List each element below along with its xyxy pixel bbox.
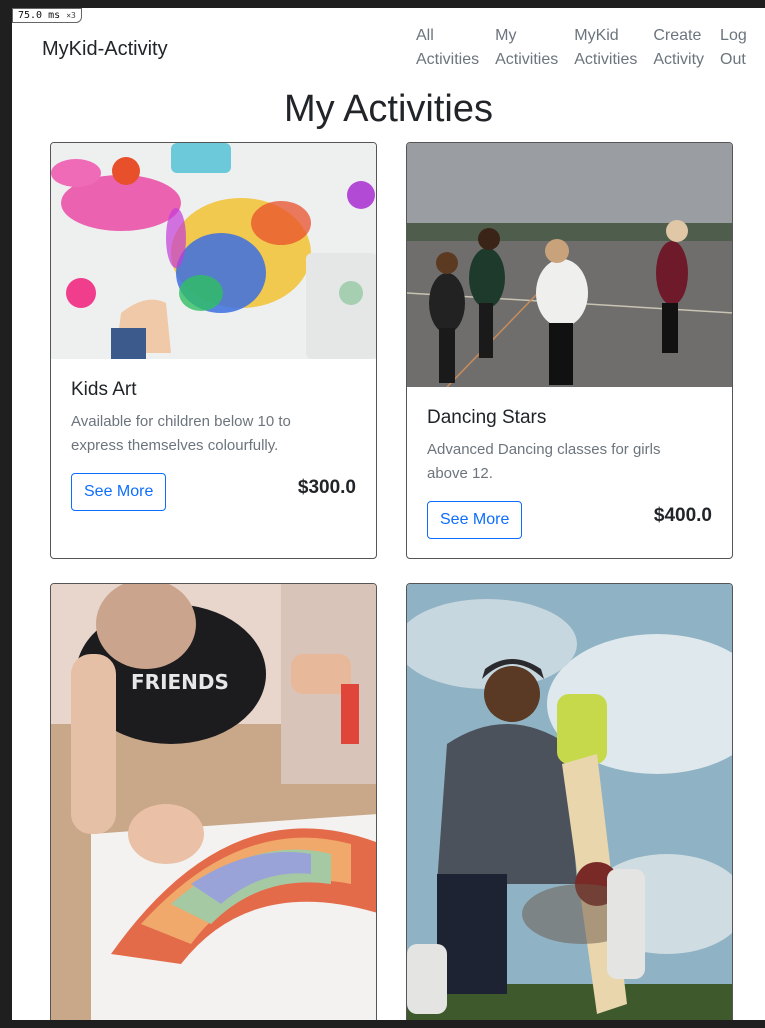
svg-text:FRIENDS: FRIENDS (131, 670, 229, 694)
navbar-links: All Activities My Activities MyKid Activ… (408, 24, 747, 72)
card-description: Available for children below 10 to expre… (71, 413, 291, 454)
card-price: $300.0 (297, 477, 356, 498)
navbar-brand[interactable]: MyKid-Activity (42, 38, 168, 61)
nav-logout[interactable]: Log Out (712, 24, 747, 72)
card-price: $400.0 (653, 505, 712, 526)
nav-create-activity[interactable]: Create Activity (645, 24, 712, 72)
activity-card: Kids Art Available for children below 10… (50, 142, 377, 559)
activity-card (406, 583, 733, 1020)
nav-my-activities[interactable]: My Activities (487, 24, 566, 72)
card-description: Advanced Dancing classes for girls above… (427, 441, 661, 482)
see-more-button[interactable]: See More (427, 501, 523, 539)
performance-badge: 75.0 ms ×3 (12, 8, 82, 23)
page-title: My Activities (283, 88, 494, 130)
see-more-button[interactable]: See More (71, 473, 167, 511)
paper-collage-photo: FRIENDS (51, 584, 376, 1020)
nav-all-activities[interactable]: All Activities (408, 24, 487, 72)
activity-card: Dancing Stars Advanced Dancing classes f… (406, 142, 733, 559)
card-title: Dancing Stars (427, 407, 547, 428)
nav-mykid-activities[interactable]: MyKid Activities (566, 24, 645, 72)
browser-viewport: MyKid-Activity All Activities My Activit… (12, 8, 765, 1020)
paint-art-photo (51, 143, 376, 359)
activity-card: FRIENDS (50, 583, 377, 1020)
dancing-girls-photo (407, 143, 732, 387)
card-title: Kids Art (71, 379, 137, 400)
cricket-batsman-photo (407, 584, 732, 1020)
